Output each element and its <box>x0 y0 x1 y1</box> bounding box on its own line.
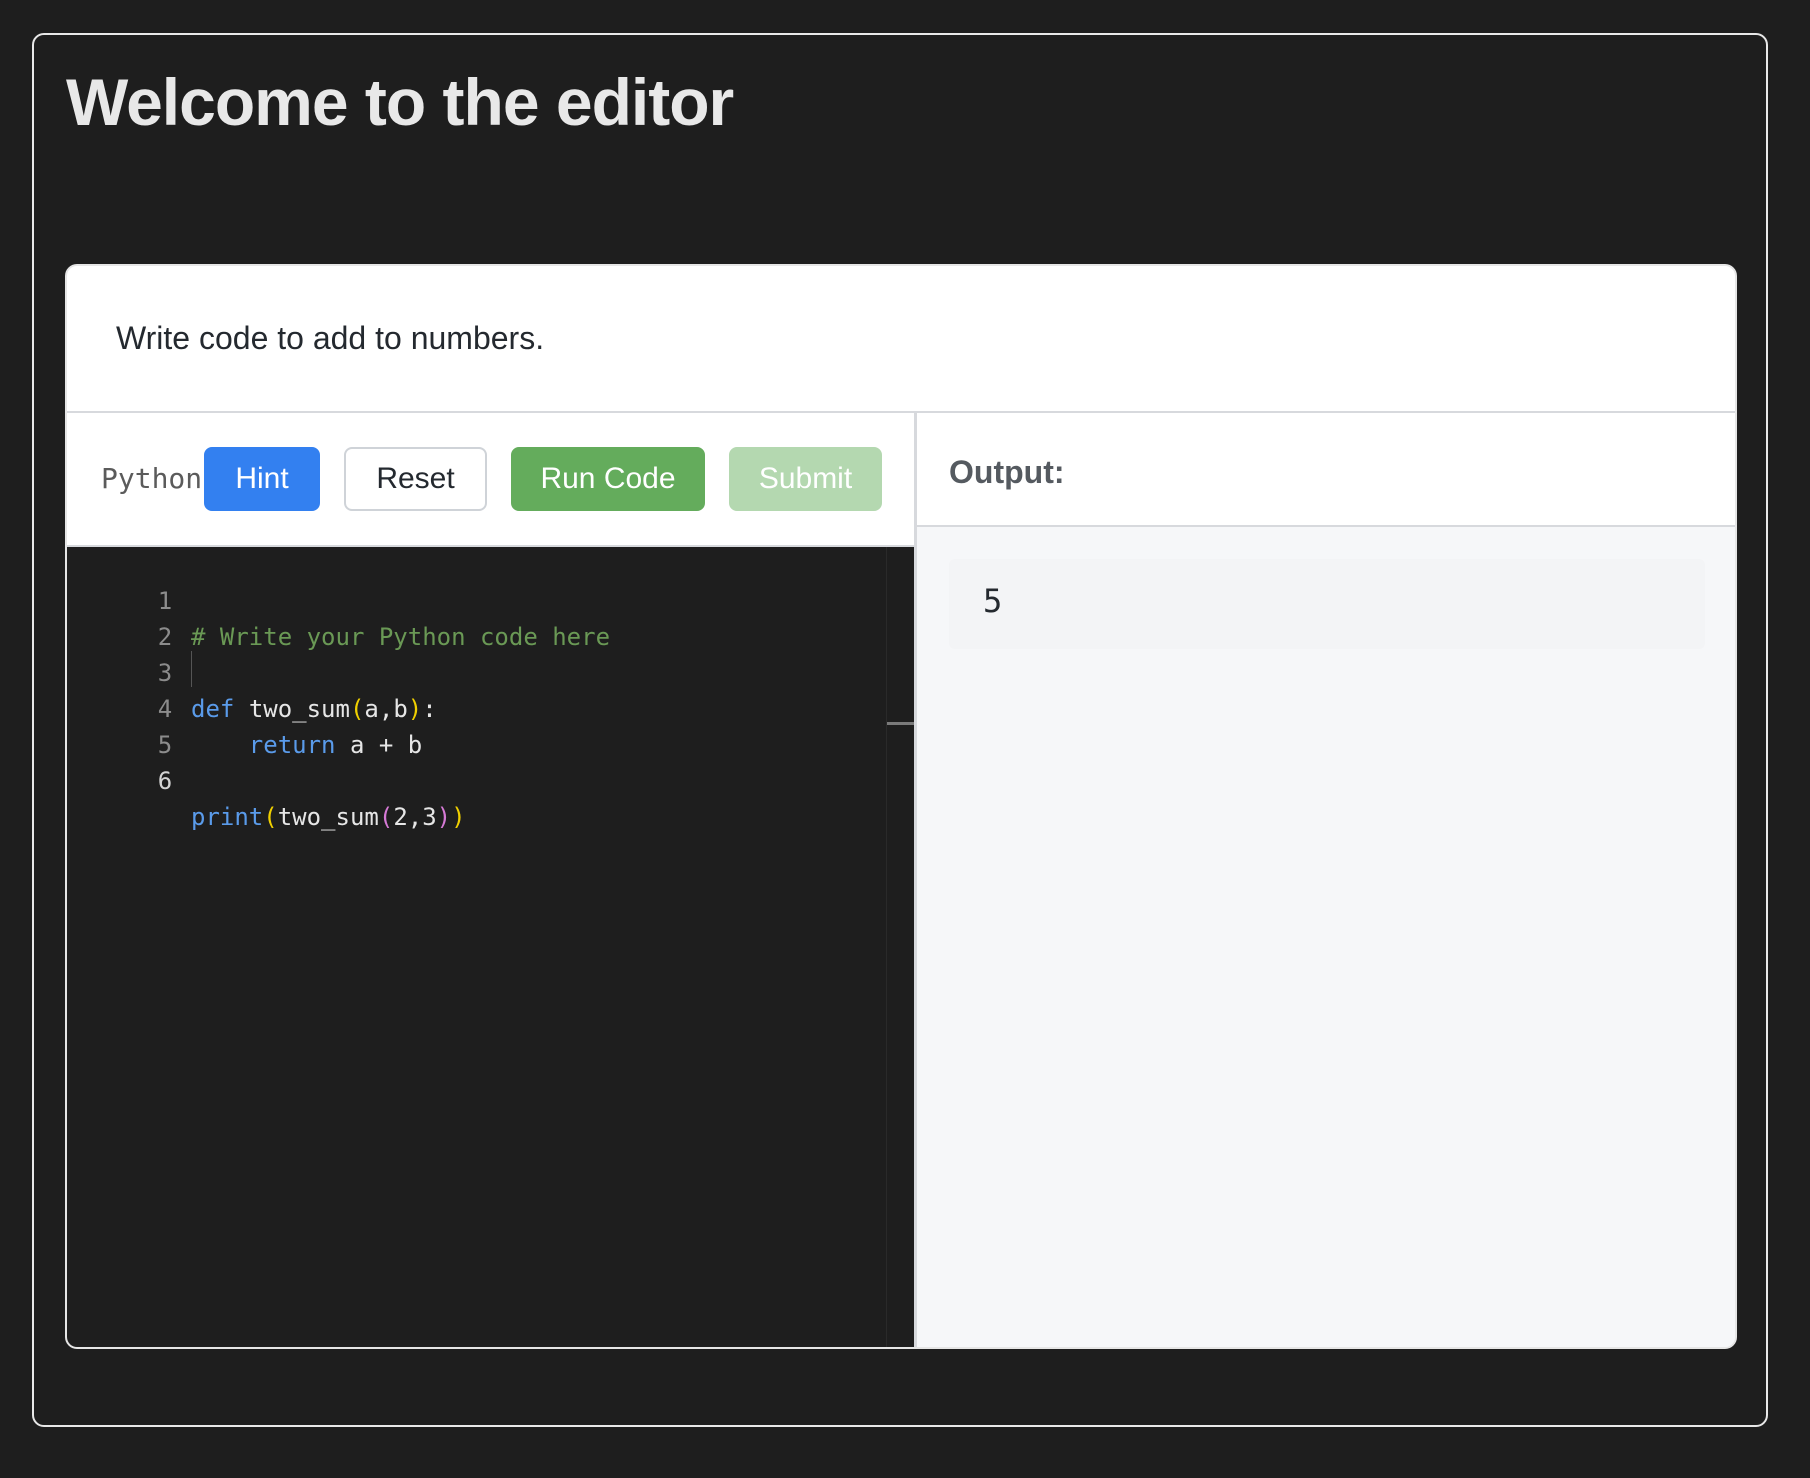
code-line[interactable]: 2 <box>67 583 877 651</box>
output-value: 5 <box>983 582 1003 620</box>
editor-panel: Python Hint Reset Run Code Submit 1 # Wr… <box>67 413 915 1347</box>
code-paren: ( <box>263 803 278 831</box>
code-paren: ) <box>436 803 452 831</box>
code-paren: ( <box>378 803 394 831</box>
code-function-call: two_sum <box>277 803 379 831</box>
code-line-active[interactable]: 6 print(two_sum(2,3)) <box>67 727 877 831</box>
code-paren: ) <box>451 803 466 831</box>
editor-toolbar: Python Hint Reset Run Code Submit <box>67 413 914 547</box>
prompt-text: Write code to add to numbers. <box>116 320 545 356</box>
line-number: 6 <box>157 767 173 795</box>
code-line[interactable]: 5 <box>67 691 877 759</box>
problem-prompt: Write code to add to numbers. <box>67 266 1735 413</box>
code-editor[interactable]: 1 # Write your Python code here 2 3 def … <box>67 547 915 1347</box>
output-header: Output: <box>917 413 1735 527</box>
scrollbar-cursor-marker <box>887 722 915 725</box>
code-builtin: print <box>191 803 264 831</box>
code-line[interactable]: 4 return a + b <box>67 655 877 759</box>
code-line[interactable]: 1 # Write your Python code here <box>67 547 877 651</box>
output-panel: Output: 5 <box>917 413 1735 1347</box>
output-label: Output: <box>949 454 1065 490</box>
exercise-card: Write code to add to numbers. Python Hin… <box>65 264 1737 1349</box>
run-code-button[interactable]: Run Code <box>511 447 705 511</box>
output-console: 5 <box>949 559 1705 649</box>
page-title: Welcome to the editor <box>66 65 734 139</box>
language-label: Python <box>101 462 203 495</box>
reset-button[interactable]: Reset <box>344 447 487 511</box>
submit-button: Submit <box>729 447 882 511</box>
hint-button[interactable]: Hint <box>204 447 320 511</box>
code-line[interactable]: 3 def two_sum(a,b): <box>67 619 877 723</box>
editor-scrollbar[interactable] <box>886 547 915 1347</box>
code-args: 2,3 <box>393 803 437 831</box>
